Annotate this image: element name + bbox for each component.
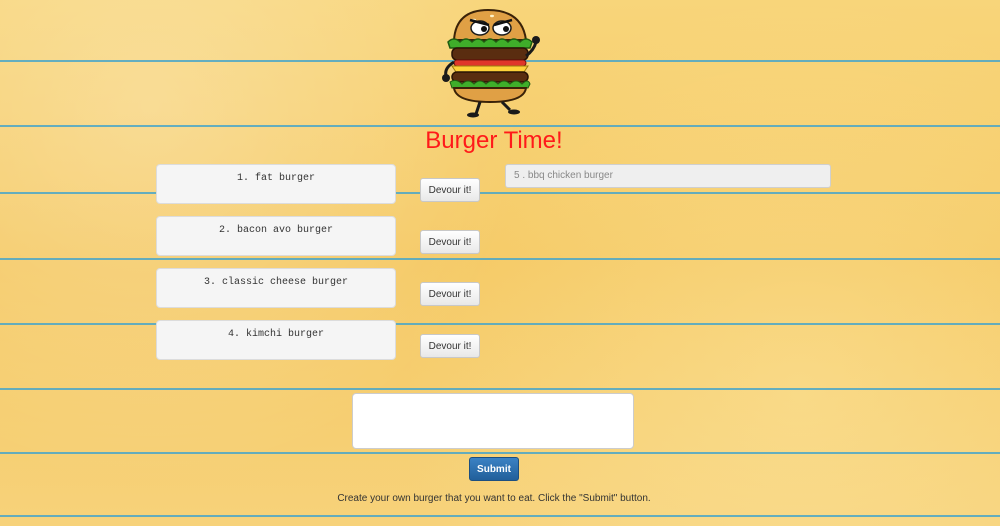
new-burger-input[interactable] — [352, 393, 634, 449]
burger-item: 3. classic cheese burger — [156, 268, 396, 308]
instructions-text: Create your own burger that you want to … — [337, 493, 651, 504]
burger-item: 1. fat burger — [156, 164, 396, 204]
paper-rule-line — [0, 388, 1000, 390]
paper-rule-line — [0, 258, 1000, 260]
devour-button[interactable]: Devour it! — [420, 230, 480, 254]
paper-rule-line — [0, 192, 1000, 194]
paper-rule-line — [0, 452, 1000, 454]
burger-item: 2. bacon avo burger — [156, 216, 396, 256]
burger-mascot-icon — [440, 6, 540, 118]
submit-button[interactable]: Submit — [469, 457, 519, 481]
burger-item: 4. kimchi burger — [156, 320, 396, 360]
paper-rule-line — [0, 323, 1000, 325]
devour-button[interactable]: Devour it! — [420, 282, 480, 306]
devour-button[interactable]: Devour it! — [420, 334, 480, 358]
paper-rule-line — [0, 515, 1000, 517]
devoured-burger-item: 5 . bbq chicken burger — [505, 164, 831, 188]
page-title: Burger Time! — [425, 127, 563, 154]
devour-button[interactable]: Devour it! — [420, 178, 480, 202]
